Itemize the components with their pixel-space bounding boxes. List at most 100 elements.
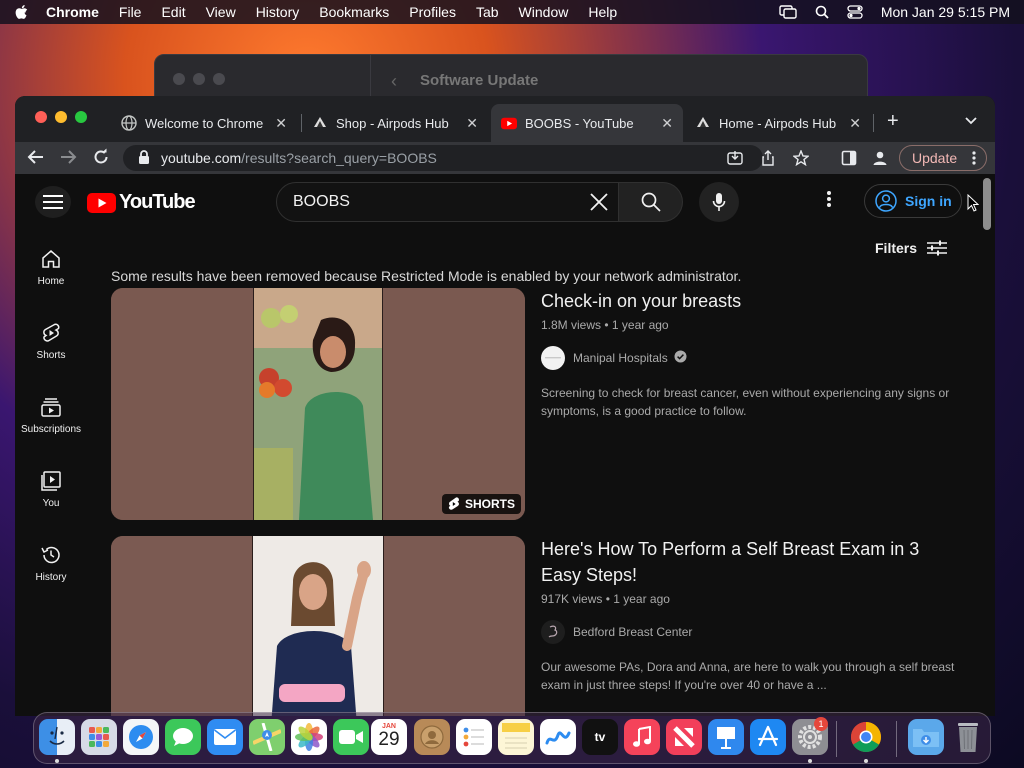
update-label: Update bbox=[912, 150, 958, 166]
search-input[interactable]: BOOBS bbox=[276, 182, 619, 222]
menu-help[interactable]: Help bbox=[588, 4, 617, 20]
channel-avatar[interactable] bbox=[541, 620, 565, 644]
guide-item-subscriptions[interactable]: Subscriptions bbox=[15, 378, 87, 452]
video-thumbnail[interactable]: SHORTS bbox=[111, 288, 525, 520]
more-menu-icon[interactable] bbox=[972, 150, 976, 169]
profile-avatar-icon[interactable] bbox=[872, 150, 888, 171]
mouse-pointer-icon bbox=[967, 193, 980, 217]
omnibox[interactable]: youtube.com /results?search_query=BOOBS bbox=[123, 145, 810, 171]
guide-menu-icon[interactable] bbox=[35, 186, 71, 218]
video-title[interactable]: Check-in on your breasts bbox=[541, 288, 961, 314]
screen-mirroring-icon[interactable] bbox=[779, 5, 797, 19]
macos-menubar: Chrome File Edit View History Bookmarks … bbox=[0, 0, 1024, 24]
downloads-folder-icon[interactable] bbox=[908, 719, 944, 755]
video-thumbnail[interactable] bbox=[111, 536, 525, 716]
tab-close-icon[interactable]: ✕ bbox=[275, 115, 287, 132]
guide-item-history[interactable]: History bbox=[15, 526, 87, 600]
guide-item-label: Home bbox=[37, 275, 65, 287]
search-button[interactable] bbox=[619, 182, 683, 222]
settings-kebab-icon[interactable] bbox=[827, 190, 831, 213]
calendar-icon[interactable]: JAN 29 bbox=[371, 719, 407, 755]
tab-welcome-to-chrome[interactable]: Welcome to Chrome ✕ bbox=[111, 104, 297, 142]
reminders-icon[interactable] bbox=[456, 719, 492, 755]
video-title[interactable]: Here's How To Perform a Self Breast Exam… bbox=[541, 536, 921, 588]
channel-row[interactable]: Bedford Breast Center bbox=[541, 620, 961, 644]
close-window-button[interactable] bbox=[35, 111, 47, 123]
apple-tv-icon[interactable]: tv bbox=[582, 719, 618, 755]
menu-window[interactable]: Window bbox=[519, 4, 569, 20]
guide-item-label: You bbox=[42, 497, 60, 509]
new-tab-plus-icon[interactable]: + bbox=[887, 110, 899, 133]
update-button[interactable]: Update bbox=[899, 145, 987, 171]
photos-icon[interactable] bbox=[291, 719, 327, 755]
maps-icon[interactable] bbox=[249, 719, 285, 755]
menu-profiles[interactable]: Profiles bbox=[409, 4, 456, 20]
youtube-logo[interactable]: YouTube bbox=[87, 191, 196, 214]
channel-name[interactable]: Manipal Hospitals bbox=[573, 351, 668, 365]
music-icon[interactable] bbox=[624, 719, 660, 755]
voice-search-button[interactable] bbox=[699, 182, 739, 222]
menu-bookmarks[interactable]: Bookmarks bbox=[319, 4, 389, 20]
channel-avatar[interactable] bbox=[541, 346, 565, 370]
tab-boobs-youtube[interactable]: BOOBS - YouTube ✕ bbox=[491, 104, 683, 142]
launchpad-icon[interactable] bbox=[81, 719, 117, 755]
side-panel-icon[interactable] bbox=[841, 150, 857, 171]
menu-view[interactable]: View bbox=[206, 4, 236, 20]
forward-arrow-icon[interactable] bbox=[59, 148, 77, 171]
youtube-wordmark: YouTube bbox=[119, 191, 196, 213]
tab-search-chevron-icon[interactable] bbox=[965, 112, 977, 130]
tab-shop-airpods-hub[interactable]: Shop - Airpods Hub ✕ bbox=[302, 104, 488, 142]
tab-home-airpods-hub[interactable]: Home - Airpods Hub ✕ bbox=[685, 104, 871, 142]
search-query-text: BOOBS bbox=[293, 193, 350, 210]
news-icon[interactable] bbox=[666, 719, 702, 755]
reload-icon[interactable] bbox=[92, 148, 110, 171]
tab-close-icon[interactable]: ✕ bbox=[661, 115, 673, 132]
control-center-icon[interactable] bbox=[847, 5, 863, 19]
menubar-clock[interactable]: Mon Jan 29 5:15 PM bbox=[881, 4, 1010, 20]
spotlight-search-icon[interactable] bbox=[815, 5, 829, 19]
tab-title: BOOBS - YouTube bbox=[525, 115, 634, 131]
freeform-icon[interactable] bbox=[540, 719, 576, 755]
tab-close-icon[interactable]: ✕ bbox=[849, 115, 861, 132]
menu-app-name[interactable]: Chrome bbox=[46, 4, 99, 20]
menu-tab[interactable]: Tab bbox=[476, 4, 499, 20]
minimize-window-button[interactable] bbox=[55, 111, 67, 123]
filters-button[interactable]: Filters bbox=[875, 240, 948, 256]
video-result[interactable]: SHORTS Check-in on your breasts 1.8M vie… bbox=[111, 288, 971, 520]
bookmark-star-icon[interactable] bbox=[792, 149, 810, 169]
install-app-icon[interactable] bbox=[727, 150, 743, 169]
channel-name[interactable]: Bedford Breast Center bbox=[573, 625, 692, 639]
zoom-window-button[interactable] bbox=[75, 111, 87, 123]
menu-file[interactable]: File bbox=[119, 4, 142, 20]
menu-edit[interactable]: Edit bbox=[161, 4, 185, 20]
menu-history[interactable]: History bbox=[256, 4, 300, 20]
back-arrow-icon[interactable] bbox=[27, 148, 45, 171]
apple-logo-icon[interactable] bbox=[14, 4, 28, 20]
video-views-age: 917K views • 1 year ago bbox=[541, 592, 670, 606]
guide-item-home[interactable]: Home bbox=[15, 230, 87, 304]
guide-item-shorts[interactable]: Shorts bbox=[15, 304, 87, 378]
guide-item-you[interactable]: You bbox=[15, 452, 87, 526]
trash-icon[interactable] bbox=[950, 719, 986, 755]
keynote-icon[interactable] bbox=[708, 719, 744, 755]
safari-icon[interactable] bbox=[123, 719, 159, 755]
facetime-icon[interactable] bbox=[333, 719, 369, 755]
channel-row[interactable]: Manipal Hospitals bbox=[541, 346, 961, 370]
mail-icon[interactable] bbox=[207, 719, 243, 755]
site-info-icon[interactable] bbox=[137, 149, 151, 168]
shorts-badge-icon bbox=[448, 497, 459, 510]
chrome-icon[interactable] bbox=[848, 719, 884, 755]
finder-icon[interactable] bbox=[39, 719, 75, 755]
contacts-icon[interactable] bbox=[414, 719, 450, 755]
calendar-day: 29 bbox=[378, 729, 400, 750]
notes-icon[interactable] bbox=[498, 719, 534, 755]
messages-icon[interactable] bbox=[165, 719, 201, 755]
page-scrollbar[interactable] bbox=[983, 178, 991, 230]
tab-close-icon[interactable]: ✕ bbox=[466, 115, 478, 132]
video-result[interactable]: Here's How To Perform a Self Breast Exam… bbox=[111, 536, 971, 716]
clear-search-icon[interactable] bbox=[588, 191, 610, 218]
app-store-icon[interactable] bbox=[750, 719, 786, 755]
back-chevron-icon: ‹ bbox=[391, 71, 397, 91]
sign-in-button[interactable]: Sign in bbox=[864, 184, 962, 218]
share-icon[interactable] bbox=[760, 150, 776, 169]
